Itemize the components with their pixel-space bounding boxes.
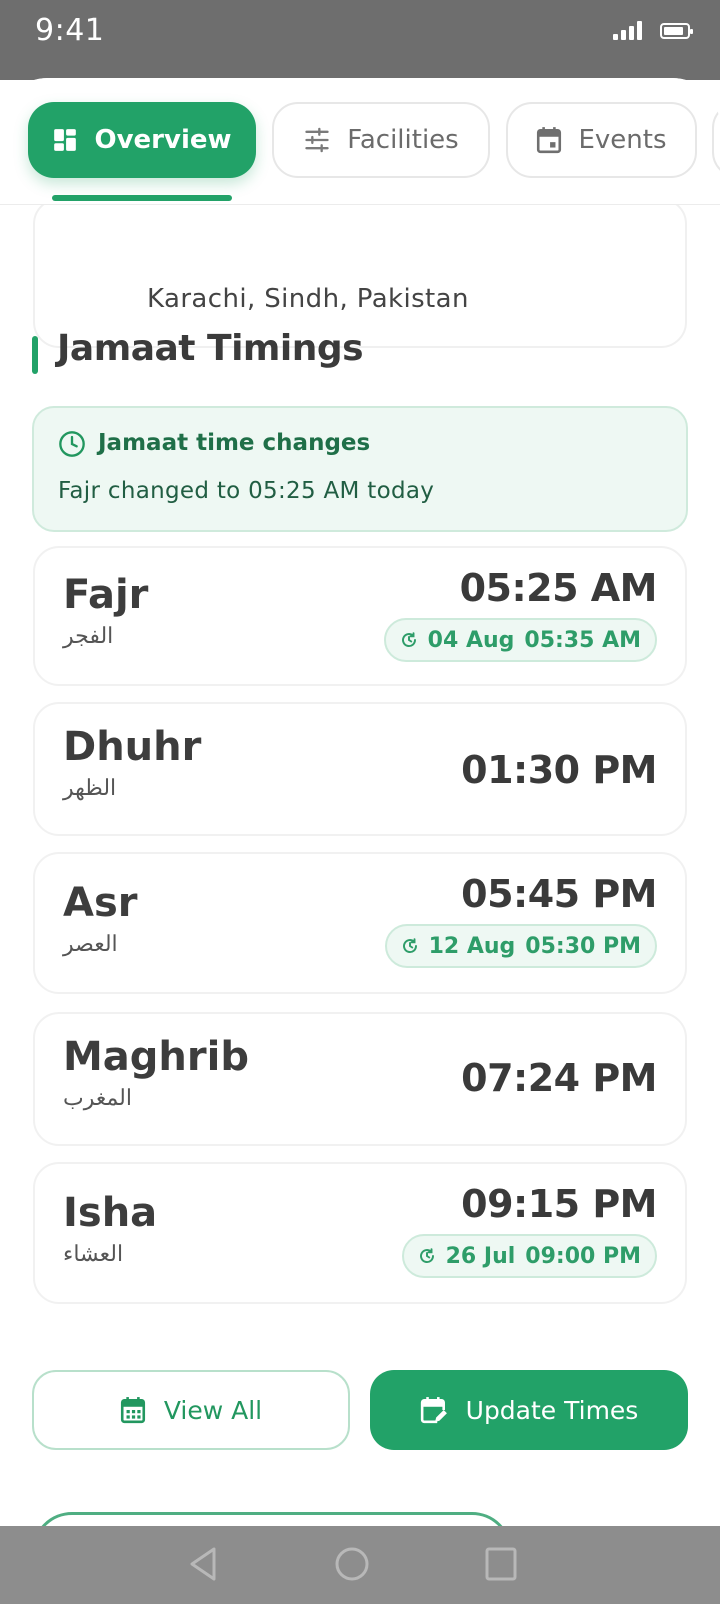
- update-times-label: Update Times: [465, 1395, 639, 1425]
- prayer-time: 05:25 AM: [459, 566, 658, 610]
- address-text: Karachi, Sindh, Pakistan: [147, 284, 469, 314]
- home-icon[interactable]: [334, 1546, 370, 1582]
- prayer-time: 01:30 PM: [461, 748, 657, 792]
- back-icon[interactable]: [186, 1546, 220, 1582]
- upcoming-change-badge: 12 Aug 05:30 PM: [384, 924, 657, 968]
- tab-overview-label: Overview: [94, 125, 232, 155]
- change-time: 05:30 PM: [525, 933, 641, 959]
- section-title: Jamaat Timings: [57, 328, 364, 369]
- prayer-name: Maghrib: [63, 1034, 249, 1080]
- view-all-label: View All: [163, 1395, 263, 1425]
- prayer-name: Dhuhr: [63, 724, 202, 770]
- schedule-change-icon: [402, 938, 417, 953]
- tab-facilities-label: Facilities: [347, 125, 459, 155]
- prayer-arabic-name: الفجر: [63, 624, 114, 649]
- notice-text: Fajr changed to 05:25 AM today: [58, 478, 435, 504]
- tab-overview[interactable]: Overview: [28, 102, 256, 178]
- section-accent-bar: [32, 336, 38, 374]
- prayer-time: 05:45 PM: [461, 872, 657, 916]
- active-tab-indicator: [52, 195, 232, 201]
- prayer-time: 09:15 PM: [461, 1182, 657, 1226]
- status-time: 9:41: [35, 13, 105, 48]
- sliders-icon: [305, 127, 329, 153]
- change-date: 26 Jul: [445, 1243, 516, 1269]
- upcoming-change-badge: 26 Jul 09:00 PM: [401, 1234, 657, 1278]
- system-navigation-bar: [0, 1526, 720, 1604]
- tab-bar: Overview Facilities Events: [0, 78, 720, 205]
- prayer-name: Isha: [63, 1190, 158, 1236]
- calendar-edit-icon: [420, 1397, 447, 1424]
- prayer-arabic-name: الظهر: [63, 776, 117, 801]
- tab-facilities[interactable]: Facilities: [272, 102, 490, 178]
- prayer-card-asr[interactable]: Asr العصر 05:45 PM 12 Aug 05:30 PM: [33, 852, 687, 994]
- jamaat-change-notice: Jamaat time changes Fajr changed to 05:2…: [32, 406, 688, 532]
- schedule-change-icon: [401, 632, 416, 647]
- upcoming-change-badge: 04 Aug 05:35 AM: [383, 618, 657, 662]
- prayer-arabic-name: العشاء: [63, 1242, 124, 1267]
- notice-title: Jamaat time changes: [98, 430, 371, 456]
- prayer-name: Fajr: [63, 572, 149, 618]
- status-bar: 9:41: [0, 0, 720, 80]
- prayer-time: 07:24 PM: [461, 1056, 657, 1100]
- prayer-card-fajr[interactable]: Fajr الفجر 05:25 AM 04 Aug 05:35 AM: [33, 546, 687, 686]
- calendar-icon: [537, 127, 562, 154]
- tab-events-label: Events: [578, 125, 667, 155]
- change-date: 04 Aug: [427, 627, 515, 653]
- prayer-card-isha[interactable]: Isha العشاء 09:15 PM 26 Jul 09:00 PM: [33, 1162, 687, 1304]
- clock-icon: [59, 431, 85, 457]
- recents-icon[interactable]: [484, 1546, 518, 1582]
- battery-icon: [660, 23, 693, 39]
- mosque-detail-sheet: Karachi, Sindh, Pakistan Overview Facili…: [0, 78, 720, 1528]
- tab-events[interactable]: Events: [506, 102, 697, 178]
- calendar-grid-icon: [120, 1397, 145, 1424]
- view-all-button[interactable]: View All: [32, 1370, 350, 1450]
- address-card: Karachi, Sindh, Pakistan: [33, 198, 687, 348]
- prayer-arabic-name: العصر: [63, 932, 118, 957]
- prayer-arabic-name: المغرب: [63, 1086, 132, 1111]
- dashboard-icon: [54, 129, 77, 151]
- tab-more[interactable]: [712, 102, 720, 178]
- change-time: 05:35 AM: [524, 627, 641, 653]
- update-times-button[interactable]: Update Times: [370, 1370, 688, 1450]
- prayer-card-maghrib[interactable]: Maghrib المغرب 07:24 PM: [33, 1012, 687, 1146]
- prayer-card-dhuhr[interactable]: Dhuhr الظهر 01:30 PM: [33, 702, 687, 836]
- signal-icon: [613, 20, 642, 40]
- change-time: 09:00 PM: [525, 1243, 641, 1269]
- schedule-change-icon: [419, 1248, 434, 1263]
- prayer-name: Asr: [63, 880, 138, 926]
- change-date: 12 Aug: [428, 933, 516, 959]
